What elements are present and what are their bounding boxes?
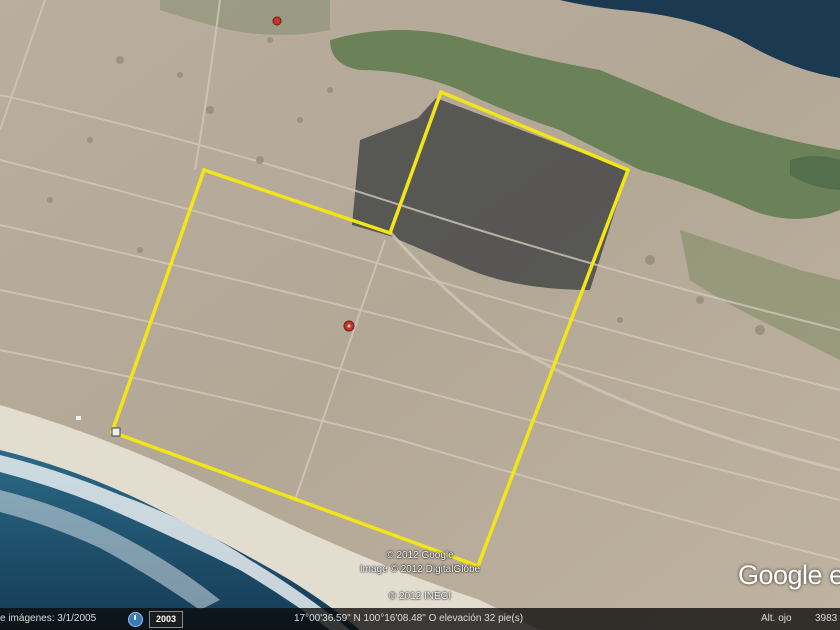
status-bar: e imágenes: 3/1/2005 2003 17°00'36.59" N… bbox=[0, 608, 840, 630]
satellite-map[interactable] bbox=[0, 0, 840, 630]
year-button[interactable]: 2003 bbox=[149, 611, 183, 628]
imagery-date: e imágenes: 3/1/2005 bbox=[0, 613, 97, 624]
attribution-imagery: Image © 2012 DigitalGlobe bbox=[359, 564, 481, 575]
attribution-inegi: © 2012 INEGI bbox=[388, 591, 452, 602]
placemark-marker[interactable] bbox=[343, 320, 355, 332]
eye-altitude-value: 3983 bbox=[815, 613, 838, 624]
coordinates-readout: 17°00'36.59" N 100°16'08.48" O elevación… bbox=[294, 613, 524, 624]
google-earth-logo: Google e bbox=[738, 560, 840, 590]
eye-altitude-label: Alt. ojo bbox=[761, 613, 792, 624]
attribution-google: © 2012 Google bbox=[386, 550, 454, 561]
historical-imagery-icon[interactable] bbox=[128, 612, 143, 627]
placemark-marker-top[interactable] bbox=[272, 16, 282, 26]
